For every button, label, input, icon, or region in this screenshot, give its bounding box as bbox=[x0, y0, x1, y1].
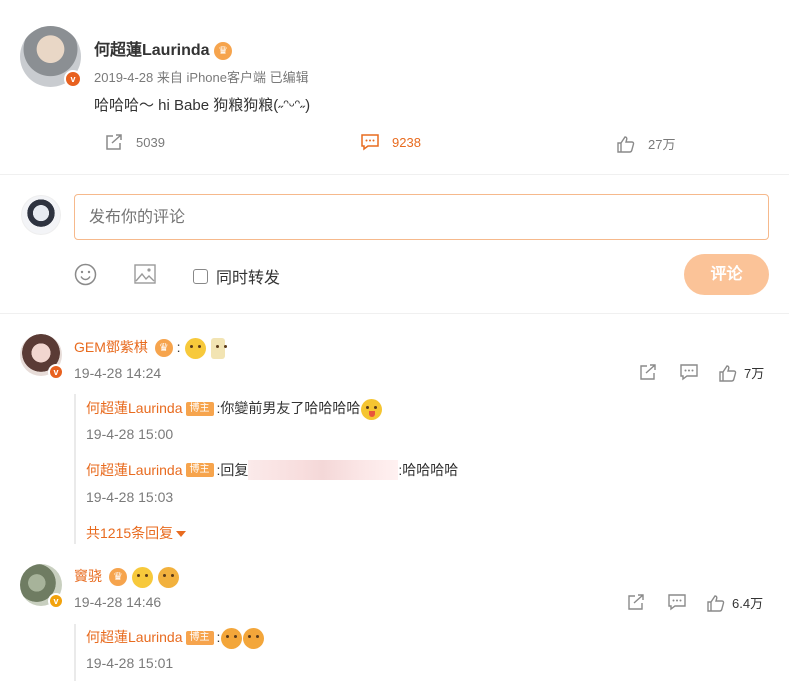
emoji-tongue-icon bbox=[361, 398, 383, 420]
emoji-toast-icon bbox=[211, 337, 226, 359]
reply-author-name[interactable]: 何超蓮Laurinda bbox=[86, 629, 183, 645]
thumbs-up-icon bbox=[707, 594, 725, 612]
emoji-kiss-icon bbox=[131, 566, 153, 588]
thumbs-up-icon bbox=[719, 364, 737, 382]
verified-badge: v bbox=[64, 70, 82, 88]
comment-input-field[interactable] bbox=[87, 197, 761, 239]
reply-item: 何超蓮Laurinda 博主: bbox=[86, 627, 265, 649]
repost-button[interactable]: 5039 bbox=[104, 133, 165, 151]
emoji-icon[interactable] bbox=[74, 263, 97, 286]
member-crown-icon[interactable]: ♛ bbox=[214, 41, 233, 60]
reply-time: 19-4-28 15:03 bbox=[86, 489, 174, 505]
comment-icon bbox=[361, 134, 379, 151]
post-edited: 已编辑 bbox=[269, 70, 309, 85]
comment-like-button[interactable]: 6.4万 bbox=[706, 593, 763, 612]
reply-author-name[interactable]: 何超蓮Laurinda bbox=[86, 400, 183, 416]
reply-thread bbox=[74, 624, 78, 681]
member-crown-icon[interactable]: ♛ bbox=[154, 339, 173, 358]
divider bbox=[0, 313, 789, 314]
comment-like-count: 7万 bbox=[744, 366, 765, 381]
post-date[interactable]: 2019-4-28 bbox=[94, 70, 153, 85]
reply-text: :你變前男友了哈哈哈哈 bbox=[216, 400, 361, 416]
like-button[interactable]: 27万 bbox=[616, 134, 675, 153]
comment-author-name[interactable]: 竇骁 bbox=[74, 568, 102, 584]
repost-checkbox-label: 同时转发 bbox=[216, 270, 281, 287]
repost-checkbox[interactable] bbox=[193, 268, 208, 284]
reply-text-suffix: :哈哈哈哈 bbox=[398, 462, 459, 478]
like-count: 27万 bbox=[648, 137, 676, 152]
reply-item: 何超蓮Laurinda 博主:你變前男友了哈哈哈哈 bbox=[86, 398, 383, 420]
reply-time: 19-4-28 15:01 bbox=[86, 655, 174, 671]
emoji-smug-icon bbox=[221, 627, 243, 649]
submit-comment-button[interactable]: 评论 bbox=[684, 254, 769, 295]
divider bbox=[0, 174, 789, 175]
more-replies-link[interactable]: 共1215条回复 bbox=[86, 523, 187, 543]
comment-time: 19-4-28 14:46 bbox=[74, 594, 162, 610]
repost-icon[interactable] bbox=[638, 363, 658, 381]
comment-count: 9238 bbox=[392, 134, 421, 150]
reply-item: 何超蓮Laurinda 博主:回复 :哈哈哈哈 bbox=[86, 460, 458, 480]
image-icon[interactable] bbox=[133, 263, 157, 285]
post-text: 哈哈哈～ hi Babe 狗粮狗粮(˶ᵔᵕᵔ˶) bbox=[94, 97, 311, 114]
member-crown-icon[interactable]: ♛ bbox=[108, 568, 127, 587]
repost-icon[interactable] bbox=[626, 593, 646, 611]
reply-icon[interactable] bbox=[679, 363, 699, 381]
emoji-smug-icon bbox=[243, 627, 265, 649]
reply-icon[interactable] bbox=[667, 593, 687, 611]
comment-like-count: 6.4万 bbox=[732, 596, 764, 611]
comment-time: 19-4-28 14:24 bbox=[74, 365, 162, 381]
reply-text: : bbox=[216, 629, 221, 645]
comment-input[interactable] bbox=[74, 194, 769, 240]
repost-icon bbox=[106, 134, 122, 150]
caret-down-icon bbox=[176, 531, 187, 538]
reply-author-name[interactable]: 何超蓮Laurinda bbox=[86, 460, 183, 480]
author-tag: 博主 bbox=[185, 631, 214, 646]
current-user-avatar[interactable] bbox=[21, 195, 61, 235]
redacted-mention bbox=[248, 460, 399, 480]
emoji-blow-kiss-icon bbox=[157, 566, 179, 588]
emoji-party-icon bbox=[185, 337, 207, 359]
verified-badge: v bbox=[48, 593, 64, 609]
reply-thread bbox=[74, 394, 78, 544]
comment-button[interactable]: 9238 bbox=[360, 133, 421, 151]
repost-count: 5039 bbox=[136, 134, 165, 150]
author-tag: 博主 bbox=[185, 402, 214, 417]
comment-like-button[interactable]: 7万 bbox=[718, 363, 764, 382]
author-tag: 博主 bbox=[185, 463, 214, 477]
reply-time: 19-4-28 15:00 bbox=[86, 426, 174, 442]
comment-author-name[interactable]: GEM鄧紫棋 bbox=[74, 339, 148, 355]
thumbs-up-icon bbox=[617, 135, 635, 153]
verified-badge: v bbox=[48, 364, 64, 380]
post-author-name[interactable]: 何超蓮Laurinda bbox=[94, 42, 210, 59]
post-source: 来自 iPhone客户端 bbox=[156, 70, 266, 85]
reply-text-prefix: :回复 bbox=[216, 462, 249, 478]
